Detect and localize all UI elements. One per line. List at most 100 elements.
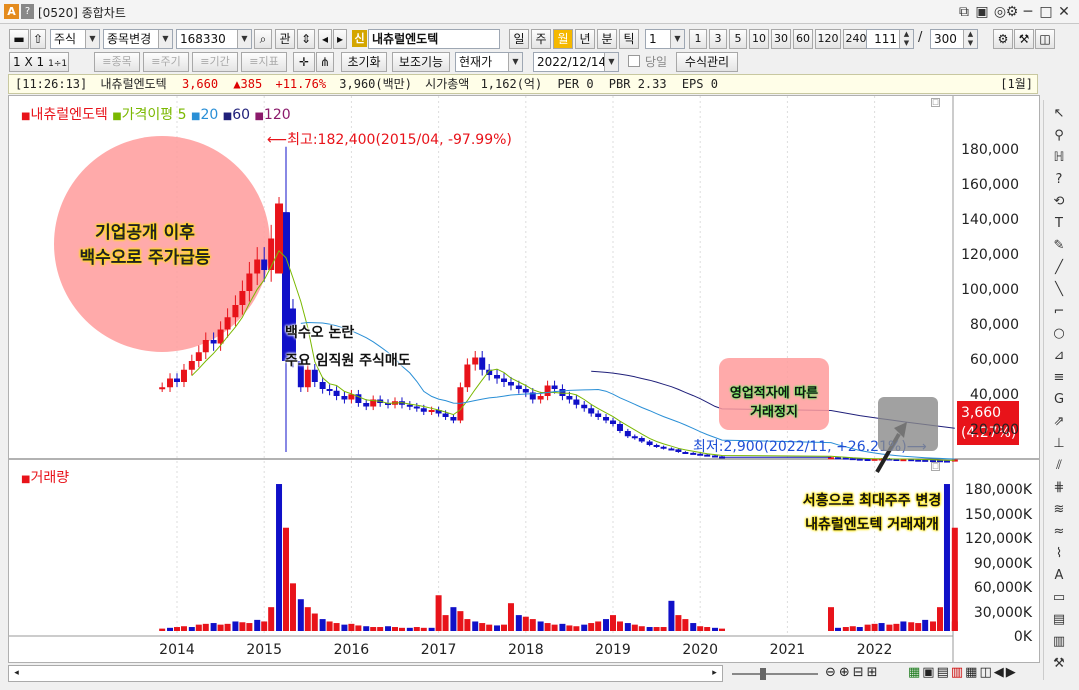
help-icon[interactable]: ? <box>21 4 34 19</box>
stock-name-field[interactable]: 내츄럴엔도텍 <box>368 29 500 49</box>
aux-functions-button[interactable]: 보조기능 <box>392 52 450 72</box>
drawing-tool-4-icon[interactable]: ⟲ <box>1046 192 1072 212</box>
stock-type-select[interactable]: 주식 ▼ <box>50 29 100 49</box>
volume-bar <box>370 627 377 631</box>
volume-bar <box>559 623 566 631</box>
reset-button[interactable]: 초기화 <box>341 52 387 72</box>
drawing-tool-16-icon[interactable]: ⫽ <box>1046 456 1072 476</box>
period-tab-3[interactable]: 년 <box>575 29 595 49</box>
quick-interval-120[interactable]: 120 <box>815 29 841 49</box>
next-arrow-icon[interactable]: ▸ <box>333 29 347 49</box>
stock-change-select[interactable]: 종목변경 ▼ <box>103 29 173 49</box>
quick-interval-1[interactable]: 1 <box>689 29 707 49</box>
candle-body <box>363 403 370 407</box>
volume-bar <box>385 626 392 631</box>
stock-code-input[interactable]: 168330 ▼ <box>176 29 252 49</box>
drawing-tool-6-icon[interactable]: ✎ <box>1046 236 1072 256</box>
price-tick-2: 140,000 <box>961 212 1019 228</box>
pane-max-icon-volume[interactable]: □ <box>931 462 940 471</box>
volume-bar <box>254 619 261 631</box>
pane-max-icon[interactable]: □ <box>931 98 940 107</box>
legend-ma60: 60 <box>232 107 251 123</box>
resume-highlight-box <box>878 397 938 451</box>
up-arrow-icon[interactable]: ⇧ <box>30 29 46 49</box>
period-tab-5[interactable]: 틱 <box>619 29 639 49</box>
maximize-icon[interactable]: □ <box>1036 2 1056 22</box>
drawing-tool-15-icon[interactable]: ⊥ <box>1046 434 1072 454</box>
quick-interval-10[interactable]: 10 <box>749 29 769 49</box>
layout-button[interactable]: 1 X 1 1÷1 <box>9 52 69 72</box>
minimize-icon[interactable]: ─ <box>1018 2 1038 22</box>
window-pin-icon[interactable]: ⧉ <box>954 2 974 22</box>
drawing-tool-17-icon[interactable]: ⋕ <box>1046 478 1072 498</box>
drawing-tool-9-icon[interactable]: ⌐ <box>1046 302 1072 322</box>
drawing-tool-5-icon[interactable]: T <box>1046 214 1072 234</box>
drawing-tool-21-icon[interactable]: A <box>1046 566 1072 586</box>
volume-bar <box>566 625 573 631</box>
drawing-tool-12-icon[interactable]: ≡ <box>1046 368 1072 388</box>
drawing-tool-13-icon[interactable]: G <box>1046 390 1072 410</box>
legend-ma-label: 가격이평 <box>121 107 174 123</box>
horizontal-scrollbar[interactable]: ◂ ▸ <box>8 665 723 682</box>
bottom-right-tools[interactable]: ▦▣▤▥▦◫◀▶ <box>908 665 1018 680</box>
volume-bar <box>922 619 929 631</box>
quick-interval-30[interactable]: 30 <box>771 29 791 49</box>
quick-interval-3[interactable]: 3 <box>709 29 727 49</box>
period-tab-2[interactable]: 월 <box>553 29 573 49</box>
today-checkbox[interactable] <box>628 55 640 67</box>
zoom-slider[interactable] <box>730 665 820 682</box>
price-mode-select[interactable]: 현재가 ▼ <box>455 52 523 72</box>
candle-body <box>915 459 922 462</box>
drawing-tool-2-icon[interactable]: ℍ <box>1046 148 1072 168</box>
binoculars-icon[interactable]: ◫ <box>1035 29 1055 49</box>
count-input[interactable]: 111 ▲ ▼ <box>866 29 914 49</box>
volume-bar <box>268 607 275 631</box>
close-icon[interactable]: ✕ <box>1054 2 1074 22</box>
drawing-tool-24-icon[interactable]: ▥ <box>1046 632 1072 652</box>
period-tab-0[interactable]: 일 <box>509 29 529 49</box>
volume-bar <box>501 624 507 631</box>
chart-area[interactable]: ■내츄럴엔도텍 ■가격이평 5 ■20 ■60 ■120 ■거래량 ⟵최고:18… <box>8 95 1040 663</box>
quick-interval-5[interactable]: 5 <box>729 29 747 49</box>
volume-bar <box>537 621 544 631</box>
drawing-tool-19-icon[interactable]: ≈ <box>1046 522 1072 542</box>
period-tab-4[interactable]: 분 <box>597 29 617 49</box>
drawing-tool-10-icon[interactable]: ○ <box>1046 324 1072 344</box>
prev-arrow-icon[interactable]: ◂ <box>318 29 332 49</box>
crosshair-icon[interactable]: ✛ <box>293 52 315 72</box>
drawing-tool-20-icon[interactable]: ⌇ <box>1046 544 1072 564</box>
drawing-tool-0-icon[interactable]: ↖ <box>1046 104 1072 124</box>
scroll-right-icon[interactable]: ▸ <box>708 667 721 680</box>
drawing-tool-18-icon[interactable]: ≋ <box>1046 500 1072 520</box>
drawing-tool-23-icon[interactable]: ▤ <box>1046 610 1072 630</box>
volume-bar <box>828 607 834 631</box>
interval-select[interactable]: 1 ▼ <box>645 29 685 49</box>
tools-icon[interactable]: ⚒ <box>1014 29 1034 49</box>
candle-body <box>849 458 856 461</box>
window-copy-icon[interactable]: ▣ <box>972 2 992 22</box>
formula-manage-button[interactable]: 수식관리 <box>676 52 738 72</box>
quick-interval-60[interactable]: 60 <box>793 29 813 49</box>
drawing-tool-3-icon[interactable]: ? <box>1046 170 1072 190</box>
volume-bar <box>690 623 697 631</box>
drawing-tool-8-icon[interactable]: ╲ <box>1046 280 1072 300</box>
drawing-tool-22-icon[interactable]: ▭ <box>1046 588 1072 608</box>
drawing-tool-25-icon[interactable]: ⚒ <box>1046 654 1072 674</box>
drawing-tool-7-icon[interactable]: ╱ <box>1046 258 1072 278</box>
watchlist-button[interactable]: 관 <box>275 29 295 49</box>
drawing-tool-1-icon[interactable]: ⚲ <box>1046 126 1072 146</box>
period-tab-1[interactable]: 주 <box>531 29 551 49</box>
drawing-tool-14-icon[interactable]: ⇗ <box>1046 412 1072 432</box>
spinner-icon[interactable]: ⇕ <box>297 29 315 49</box>
scroll-left-icon[interactable]: ◂ <box>10 667 23 680</box>
total-count-input[interactable]: 300 ▲ ▼ <box>930 29 978 49</box>
drawing-tool-11-icon[interactable]: ⊿ <box>1046 346 1072 366</box>
candle-body <box>406 404 413 407</box>
search-icon[interactable]: ⌕ <box>254 29 272 49</box>
bottom-tools[interactable]: ⊖⊕⊟⊞ <box>825 665 881 680</box>
dock-icon[interactable]: ▬ <box>9 29 29 49</box>
date-select[interactable]: 2022/12/14 ▼ <box>533 52 619 72</box>
fork-icon[interactable]: ⋔ <box>316 52 334 72</box>
settings-icon[interactable]: ⚙ <box>993 29 1013 49</box>
quote-info-bar: [11:26:13] 내츄럴엔도텍 3,660 ▲385 +11.76% 3,9… <box>8 74 1038 94</box>
